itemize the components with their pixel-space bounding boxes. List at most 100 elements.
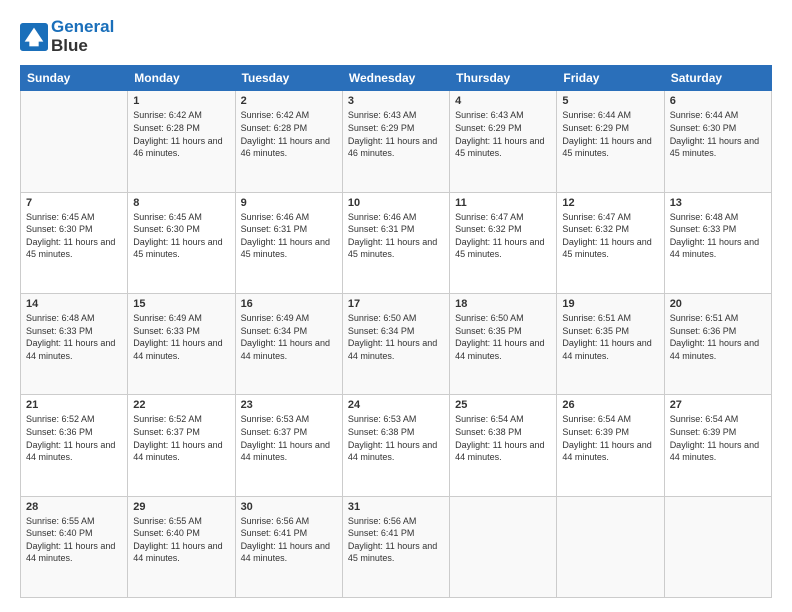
day-info: Sunrise: 6:51 AMSunset: 6:36 PMDaylight:… [670, 312, 766, 362]
day-info: Sunrise: 6:48 AMSunset: 6:33 PMDaylight:… [26, 312, 122, 362]
day-number: 2 [241, 95, 337, 107]
calendar-page: GeneralBlue SundayMondayTuesdayWednesday… [0, 0, 792, 612]
day-info: Sunrise: 6:46 AMSunset: 6:31 PMDaylight:… [348, 211, 444, 261]
calendar-table: SundayMondayTuesdayWednesdayThursdayFrid… [20, 65, 772, 598]
day-cell: 30 Sunrise: 6:56 AMSunset: 6:41 PMDayligh… [235, 496, 342, 597]
day-cell: 3 Sunrise: 6:43 AMSunset: 6:29 PMDaylight… [342, 91, 449, 192]
day-number: 23 [241, 399, 337, 411]
day-info: Sunrise: 6:44 AMSunset: 6:30 PMDaylight:… [670, 109, 766, 159]
day-cell: 2 Sunrise: 6:42 AMSunset: 6:28 PMDaylight… [235, 91, 342, 192]
day-info: Sunrise: 6:45 AMSunset: 6:30 PMDaylight:… [26, 211, 122, 261]
day-cell: 12Sunrise: 6:47 AMSunset: 6:32 PMDayligh… [557, 192, 664, 293]
day-info: Sunrise: 6:55 AMSunset: 6:40 PMDaylight:… [133, 515, 229, 565]
day-number: 29 [133, 501, 229, 513]
day-cell: 5 Sunrise: 6:44 AMSunset: 6:29 PMDaylight… [557, 91, 664, 192]
day-number: 15 [133, 298, 229, 310]
week-row-3: 14 Sunrise: 6:48 AMSunset: 6:33 PMDayligh… [21, 294, 772, 395]
day-cell: 23 Sunrise: 6:53 AMSunset: 6:37 PMDayligh… [235, 395, 342, 496]
day-number: 4 [455, 95, 551, 107]
day-cell: 27Sunrise: 6:54 AMSunset: 6:39 PMDayligh… [664, 395, 771, 496]
day-cell: 25 Sunrise: 6:54 AMSunset: 6:38 PMDayligh… [450, 395, 557, 496]
day-number: 17 [348, 298, 444, 310]
day-cell: 24 Sunrise: 6:53 AMSunset: 6:38 PMDayligh… [342, 395, 449, 496]
day-info: Sunrise: 6:54 AMSunset: 6:38 PMDaylight:… [455, 413, 551, 463]
day-cell: 7 Sunrise: 6:45 AMSunset: 6:30 PMDaylight… [21, 192, 128, 293]
day-info: Sunrise: 6:53 AMSunset: 6:38 PMDaylight:… [348, 413, 444, 463]
day-number: 9 [241, 197, 337, 209]
day-cell: 13Sunrise: 6:48 AMSunset: 6:33 PMDayligh… [664, 192, 771, 293]
day-info: Sunrise: 6:55 AMSunset: 6:40 PMDaylight:… [26, 515, 122, 565]
day-cell: 29 Sunrise: 6:55 AMSunset: 6:40 PMDayligh… [128, 496, 235, 597]
day-number: 25 [455, 399, 551, 411]
day-number: 24 [348, 399, 444, 411]
week-row-1: 1Sunrise: 6:42 AMSunset: 6:28 PMDaylight… [21, 91, 772, 192]
week-row-2: 7 Sunrise: 6:45 AMSunset: 6:30 PMDaylight… [21, 192, 772, 293]
day-number: 3 [348, 95, 444, 107]
day-cell: 26 Sunrise: 6:54 AMSunset: 6:39 PMDayligh… [557, 395, 664, 496]
day-info: Sunrise: 6:54 AMSunset: 6:39 PMDaylight:… [670, 413, 766, 463]
day-number: 21 [26, 399, 122, 411]
day-number: 26 [562, 399, 658, 411]
day-cell: 4 Sunrise: 6:43 AMSunset: 6:29 PMDaylight… [450, 91, 557, 192]
day-info: Sunrise: 6:42 AMSunset: 6:28 PMDaylight:… [241, 109, 337, 159]
day-info: Sunrise: 6:47 AMSunset: 6:32 PMDaylight:… [455, 211, 551, 261]
header-row: SundayMondayTuesdayWednesdayThursdayFrid… [21, 66, 772, 91]
day-info: Sunrise: 6:46 AMSunset: 6:31 PMDaylight:… [241, 211, 337, 261]
day-number: 6 [670, 95, 766, 107]
day-number: 7 [26, 197, 122, 209]
day-info: Sunrise: 6:54 AMSunset: 6:39 PMDaylight:… [562, 413, 658, 463]
day-cell [557, 496, 664, 597]
header: GeneralBlue [20, 18, 772, 55]
day-cell: 28Sunrise: 6:55 AMSunset: 6:40 PMDayligh… [21, 496, 128, 597]
day-info: Sunrise: 6:48 AMSunset: 6:33 PMDaylight:… [670, 211, 766, 261]
day-number: 31 [348, 501, 444, 513]
calendar-body: 1Sunrise: 6:42 AMSunset: 6:28 PMDaylight… [21, 91, 772, 598]
day-info: Sunrise: 6:43 AMSunset: 6:29 PMDaylight:… [348, 109, 444, 159]
day-number: 11 [455, 197, 551, 209]
day-info: Sunrise: 6:43 AMSunset: 6:29 PMDaylight:… [455, 109, 551, 159]
day-header-thursday: Thursday [450, 66, 557, 91]
day-info: Sunrise: 6:49 AMSunset: 6:33 PMDaylight:… [133, 312, 229, 362]
day-info: Sunrise: 6:45 AMSunset: 6:30 PMDaylight:… [133, 211, 229, 261]
day-cell: 15 Sunrise: 6:49 AMSunset: 6:33 PMDayligh… [128, 294, 235, 395]
logo-text: GeneralBlue [51, 18, 114, 55]
day-cell: 20 Sunrise: 6:51 AMSunset: 6:36 PMDayligh… [664, 294, 771, 395]
day-number: 10 [348, 197, 444, 209]
day-number: 19 [562, 298, 658, 310]
day-info: Sunrise: 6:50 AMSunset: 6:35 PMDaylight:… [455, 312, 551, 362]
day-info: Sunrise: 6:50 AMSunset: 6:34 PMDaylight:… [348, 312, 444, 362]
logo-icon [20, 23, 48, 51]
day-cell: 8 Sunrise: 6:45 AMSunset: 6:30 PMDaylight… [128, 192, 235, 293]
day-cell: 11 Sunrise: 6:47 AMSunset: 6:32 PMDayligh… [450, 192, 557, 293]
day-info: Sunrise: 6:56 AMSunset: 6:41 PMDaylight:… [348, 515, 444, 565]
day-cell: 10 Sunrise: 6:46 AMSunset: 6:31 PMDayligh… [342, 192, 449, 293]
day-cell [450, 496, 557, 597]
day-cell: 17 Sunrise: 6:50 AMSunset: 6:34 PMDayligh… [342, 294, 449, 395]
day-info: Sunrise: 6:56 AMSunset: 6:41 PMDaylight:… [241, 515, 337, 565]
day-number: 30 [241, 501, 337, 513]
day-cell: 1Sunrise: 6:42 AMSunset: 6:28 PMDaylight… [128, 91, 235, 192]
day-header-sunday: Sunday [21, 66, 128, 91]
day-info: Sunrise: 6:51 AMSunset: 6:35 PMDaylight:… [562, 312, 658, 362]
day-cell: 22Sunrise: 6:52 AMSunset: 6:37 PMDayligh… [128, 395, 235, 496]
day-number: 20 [670, 298, 766, 310]
day-number: 5 [562, 95, 658, 107]
day-cell: 21 Sunrise: 6:52 AMSunset: 6:36 PMDayligh… [21, 395, 128, 496]
day-cell: 19 Sunrise: 6:51 AMSunset: 6:35 PMDayligh… [557, 294, 664, 395]
day-cell [664, 496, 771, 597]
day-number: 14 [26, 298, 122, 310]
week-row-4: 21 Sunrise: 6:52 AMSunset: 6:36 PMDayligh… [21, 395, 772, 496]
day-info: Sunrise: 6:44 AMSunset: 6:29 PMDaylight:… [562, 109, 658, 159]
day-info: Sunrise: 6:42 AMSunset: 6:28 PMDaylight:… [133, 109, 229, 159]
day-header-saturday: Saturday [664, 66, 771, 91]
day-number: 12 [562, 197, 658, 209]
day-info: Sunrise: 6:49 AMSunset: 6:34 PMDaylight:… [241, 312, 337, 362]
day-cell: 18 Sunrise: 6:50 AMSunset: 6:35 PMDayligh… [450, 294, 557, 395]
logo: GeneralBlue [20, 18, 114, 55]
day-header-friday: Friday [557, 66, 664, 91]
day-info: Sunrise: 6:53 AMSunset: 6:37 PMDaylight:… [241, 413, 337, 463]
day-number: 8 [133, 197, 229, 209]
day-number: 18 [455, 298, 551, 310]
day-info: Sunrise: 6:52 AMSunset: 6:36 PMDaylight:… [26, 413, 122, 463]
day-cell: 9 Sunrise: 6:46 AMSunset: 6:31 PMDaylight… [235, 192, 342, 293]
